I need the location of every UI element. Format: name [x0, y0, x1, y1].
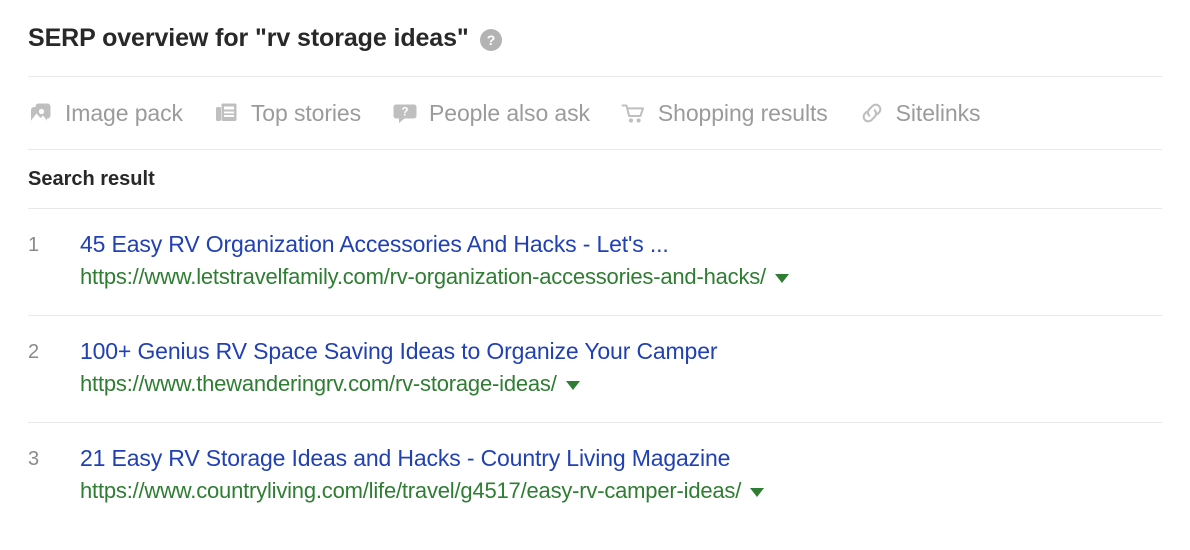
serp-feature-top-stories[interactable]: Top stories [214, 100, 361, 127]
result-url-link[interactable]: https://www.countryliving.com/life/trave… [80, 475, 741, 507]
result-url-line: https://www.thewanderingrv.com/rv-storag… [80, 368, 1162, 400]
result-title-link[interactable]: 100+ Genius RV Space Saving Ideas to Org… [80, 334, 1162, 368]
serp-feature-label: Image pack [65, 99, 183, 126]
panel-header: SERP overview for "rv storage ideas" ? [0, 0, 1190, 76]
results-section-header: Search result [0, 150, 1190, 208]
table-row[interactable]: 2 100+ Genius RV Space Saving Ideas to O… [0, 316, 1190, 422]
serp-feature-label: People also ask [429, 99, 590, 126]
serp-feature-label: Shopping results [657, 99, 828, 126]
people-also-ask-icon: ? [392, 100, 418, 126]
serp-feature-image-pack[interactable]: Image pack [28, 100, 183, 127]
serp-feature-label: Top stories [250, 99, 362, 126]
result-url-line: https://www.letstravelfamily.com/rv-orga… [80, 261, 1162, 293]
serp-feature-label: Sitelinks [895, 99, 981, 126]
chevron-down-icon[interactable] [565, 380, 580, 390]
result-title-link[interactable]: 45 Easy RV Organization Accessories And … [80, 227, 1162, 261]
table-row[interactable]: 3 21 Easy RV Storage Ideas and Hacks - C… [0, 423, 1190, 529]
results-section-title: Search result [28, 167, 155, 190]
result-url-link[interactable]: https://www.letstravelfamily.com/rv-orga… [80, 261, 766, 293]
result-body: 45 Easy RV Organization Accessories And … [80, 227, 1162, 293]
question-circle-icon[interactable]: ? [479, 29, 502, 51]
page-title: SERP overview for "rv storage ideas" [28, 23, 469, 52]
sitelinks-chain-icon [859, 100, 885, 126]
serp-features-row: Image pack Top stories ? People also ask… [0, 77, 1190, 149]
svg-text:?: ? [402, 107, 409, 119]
shopping-cart-icon [621, 100, 647, 126]
serp-feature-shopping-results[interactable]: Shopping results [621, 100, 828, 127]
result-url-line: https://www.countryliving.com/life/trave… [80, 475, 1162, 507]
result-rank: 3 [28, 448, 40, 470]
result-body: 100+ Genius RV Space Saving Ideas to Org… [80, 334, 1162, 400]
top-stories-icon [214, 100, 240, 126]
result-rank: 2 [28, 341, 40, 363]
chevron-down-icon[interactable] [774, 273, 789, 283]
result-url-link[interactable]: https://www.thewanderingrv.com/rv-storag… [80, 368, 557, 400]
table-row[interactable]: 1 45 Easy RV Organization Accessories An… [0, 209, 1190, 315]
chevron-down-icon[interactable] [750, 487, 765, 497]
serp-feature-people-also-ask[interactable]: ? People also ask [392, 100, 590, 127]
result-rank: 1 [28, 234, 40, 256]
image-pack-icon [28, 100, 54, 126]
serp-overview-panel: SERP overview for "rv storage ideas" ? I… [0, 0, 1190, 550]
result-title-link[interactable]: 21 Easy RV Storage Ideas and Hacks - Cou… [80, 441, 1162, 475]
serp-feature-sitelinks[interactable]: Sitelinks [859, 100, 981, 127]
result-body: 21 Easy RV Storage Ideas and Hacks - Cou… [80, 441, 1162, 507]
svg-text:?: ? [486, 32, 495, 48]
search-results-list: 1 45 Easy RV Organization Accessories An… [0, 209, 1190, 529]
